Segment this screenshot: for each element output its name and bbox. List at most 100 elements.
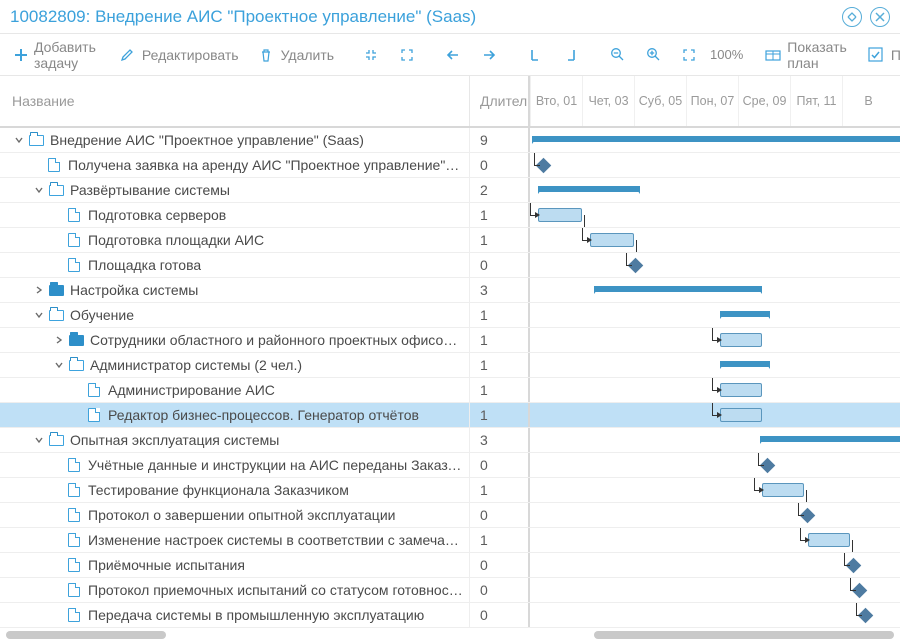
task-duration: 1 [470,528,530,552]
gantt-task-bar[interactable] [762,483,804,497]
expand-icon-button[interactable] [392,42,422,68]
task-name-cell[interactable]: Протокол приемочных испытаний со статусо… [0,578,470,602]
right-scrollbar[interactable] [594,631,894,639]
add-task-button[interactable]: Добавить задачу [8,35,106,75]
table-row[interactable]: Подготовка серверов1 [0,203,900,228]
task-name-cell[interactable]: Опытная эксплуатация системы [0,428,470,452]
table-row[interactable]: Площадка готова0 [0,253,900,278]
table-row[interactable]: Развёртывание системы2 [0,178,900,203]
table-row[interactable]: Подготовка площадки АИС1 [0,228,900,253]
task-name-cell[interactable]: Редактор бизнес-процессов. Генератор отч… [0,403,470,427]
show-plan-button[interactable]: Показать план [759,35,855,75]
apply-button[interactable]: Применить [861,42,900,68]
chevron-right-icon[interactable] [32,283,46,297]
chevron-right-icon[interactable] [52,333,66,347]
task-name-cell[interactable]: Администрирование АИС [0,378,470,402]
chevron-down-icon[interactable] [32,308,46,322]
task-name-cell[interactable]: Подготовка серверов [0,203,470,227]
zoom-in-button[interactable] [638,42,668,68]
column-name[interactable]: Название [0,76,470,126]
edit-label: Редактировать [142,47,239,63]
folder-icon [48,282,64,298]
zoom-fit-button[interactable] [674,42,704,68]
task-name-cell[interactable]: Получена заявка на аренду АИС "Проектное… [0,153,470,177]
timeline-day: Пят, 11 [790,76,842,126]
gantt-summary-bar[interactable] [594,286,762,292]
toolbar: Добавить задачу Редактировать Удалить 10… [0,34,900,76]
collapse-icon-button[interactable] [356,42,386,68]
task-duration: 1 [470,203,530,227]
table-row[interactable]: Опытная эксплуатация системы3 [0,428,900,453]
task-name-cell[interactable]: Учётные данные и инструкции на АИС перед… [0,453,470,477]
delete-button[interactable]: Удалить [251,42,340,68]
gantt-cell [530,153,900,177]
gantt-task-bar[interactable] [720,333,762,347]
table-row[interactable]: Приёмочные испытания0 [0,553,900,578]
table-row[interactable]: Протокол о завершении опытной эксплуатац… [0,503,900,528]
task-name-cell[interactable]: Тестирование функционала Заказчиком [0,478,470,502]
task-name: Опытная эксплуатация системы [70,432,279,448]
task-name-cell[interactable]: Изменение настроек системы в соответстви… [0,528,470,552]
gantt-task-bar[interactable] [720,408,762,422]
timeline-day: В [842,76,894,126]
task-name-cell[interactable]: Развёртывание системы [0,178,470,202]
table-row[interactable]: Администрирование АИС1 [0,378,900,403]
table-row[interactable]: Сотрудники областного и районного проект… [0,328,900,353]
gantt-task-bar[interactable] [808,533,850,547]
goto-end-button[interactable] [556,42,586,68]
table-row[interactable]: Учётные данные и инструкции на АИС перед… [0,453,900,478]
next-button[interactable] [474,42,504,68]
gantt-summary-bar[interactable] [760,436,900,442]
zoom-out-button[interactable] [602,42,632,68]
table-row[interactable]: Обучение1 [0,303,900,328]
file-icon [66,207,82,223]
left-scrollbar[interactable] [6,631,166,639]
gantt-cell [530,353,900,377]
gantt-task-bar[interactable] [720,383,762,397]
column-duration[interactable]: Длител [470,76,530,126]
task-name-cell[interactable]: Приёмочные испытания [0,553,470,577]
task-duration: 1 [470,228,530,252]
table-row[interactable]: Изменение настроек системы в соответстви… [0,528,900,553]
folder-open-icon [48,182,64,198]
gantt-task-bar[interactable] [590,233,634,247]
task-name-cell[interactable]: Подготовка площадки АИС [0,228,470,252]
task-name-cell[interactable]: Площадка готова [0,253,470,277]
gantt-cell [530,278,900,302]
task-name-cell[interactable]: Протокол о завершении опытной эксплуатац… [0,503,470,527]
table-row[interactable]: Настройка системы3 [0,278,900,303]
task-duration: 1 [470,353,530,377]
gantt-task-bar[interactable] [538,208,582,222]
gantt-summary-bar[interactable] [532,136,900,142]
chevron-down-icon[interactable] [32,183,46,197]
prev-button[interactable] [438,42,468,68]
table-row[interactable]: Редактор бизнес-процессов. Генератор отч… [0,403,900,428]
task-name-cell[interactable]: Внедрение АИС "Проектное управление" (Sa… [0,128,470,152]
edit-button[interactable]: Редактировать [112,42,245,68]
task-name-cell[interactable]: Настройка системы [0,278,470,302]
table-row[interactable]: Внедрение АИС "Проектное управление" (Sa… [0,128,900,153]
task-name-cell[interactable]: Администратор системы (2 чел.) [0,353,470,377]
table-row[interactable]: Тестирование функционала Заказчиком1 [0,478,900,503]
gantt-cell [530,603,900,627]
gantt-summary-bar[interactable] [538,186,640,192]
task-name: Администратор системы (2 чел.) [90,357,302,373]
table-row[interactable]: Администратор системы (2 чел.) 1 [0,353,900,378]
chevron-down-icon[interactable] [32,433,46,447]
gantt-summary-bar[interactable] [720,311,770,317]
task-name: Изменение настроек системы в соответстви… [88,532,463,548]
gantt-cell [530,453,900,477]
chevron-down-icon[interactable] [52,358,66,372]
gantt-summary-bar[interactable] [720,361,770,367]
close-window-button[interactable] [870,7,890,27]
goto-start-button[interactable] [520,42,550,68]
chevron-down-icon[interactable] [12,133,26,147]
table-row[interactable]: Передача системы в промышленную эксплуат… [0,603,900,628]
expand-window-button[interactable] [842,7,862,27]
task-name-cell[interactable]: Передача системы в промышленную эксплуат… [0,603,470,627]
task-name-cell[interactable]: Сотрудники областного и районного проект… [0,328,470,352]
table-row[interactable]: Протокол приемочных испытаний со статусо… [0,578,900,603]
task-name: Приёмочные испытания [88,557,245,573]
task-name-cell[interactable]: Обучение [0,303,470,327]
table-row[interactable]: Получена заявка на аренду АИС "Проектное… [0,153,900,178]
